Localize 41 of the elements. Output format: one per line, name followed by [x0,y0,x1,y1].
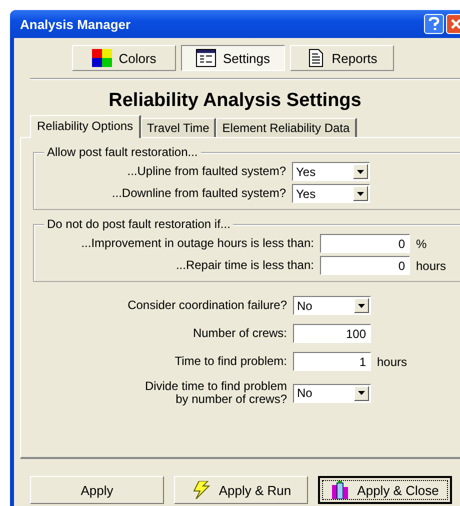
question-mark-icon [428,17,440,31]
dropdown[interactable]: No [293,384,371,402]
unit-label: % [416,236,428,250]
help-button[interactable] [424,14,444,34]
form-icon [196,49,216,67]
dialog-button[interactable]: Apply & Close [318,476,452,504]
group-title: Allow post fault restoration... [44,145,201,159]
dropdown[interactable]: Yes [292,162,370,181]
input-field[interactable]: 100 [293,324,371,343]
close-button[interactable] [446,14,460,34]
dropdown[interactable]: No [293,296,371,315]
tab[interactable]: Element Reliability Data [216,118,357,137]
unit-label: hours [377,354,408,368]
dialog-heading: Reliability Analysis Settings [108,91,362,111]
tab[interactable]: Travel Time [141,118,216,137]
tab[interactable]: Reliability Options [30,115,142,138]
toolbar-button[interactable]: Settings [181,45,285,71]
toolbar-button[interactable]: Reports [290,45,394,71]
field-label: Consider coordination failure? [126,299,287,312]
input-field[interactable]: 0 [320,234,410,253]
dialog-button[interactable]: Apply [30,476,164,504]
field-label: Number of crews: [192,327,287,340]
field-label: ...Upline from faulted system? [126,165,286,178]
field-label: Time to find problem: [174,355,287,368]
building-icon [331,481,350,499]
field-label: ...Repair time is less than: [174,259,314,272]
field-label: ...Downline from faulted system? [110,187,286,200]
dropdown[interactable]: Yes [292,184,370,203]
close-icon [450,18,460,30]
field-label: ...Improvement in outage hours is less than: [80,237,314,250]
window-title: Analysis Manager [20,16,131,32]
lightning-icon [190,481,211,499]
document-icon [306,49,325,67]
field-label: Divide time to find problem by number of crews? [144,380,287,406]
toolbar-button[interactable]: Colors [72,45,176,71]
dialog-button[interactable]: Apply & Run [174,476,308,504]
input-field[interactable]: 0 [320,256,410,275]
unit-label: hours [416,258,448,272]
group-title: Do not do post fault restoration if... [44,217,234,231]
input-field[interactable]: 1 [293,352,371,371]
color-grid-icon [92,49,112,67]
